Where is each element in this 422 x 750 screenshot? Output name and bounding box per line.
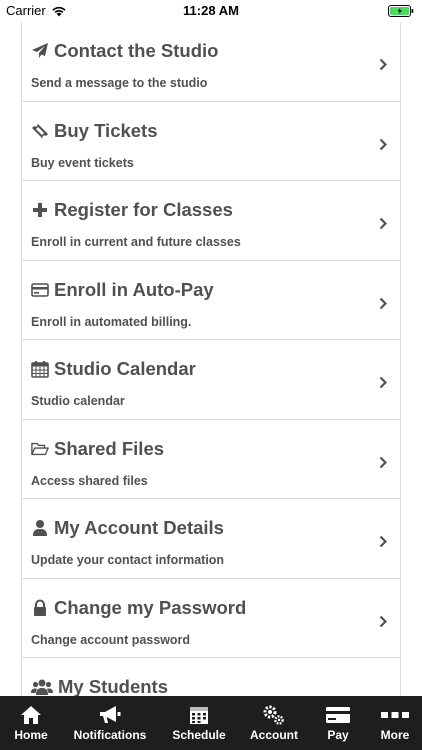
menu-item-title: Studio Calendar (54, 358, 196, 379)
menu-item-description: Studio calendar (31, 394, 125, 408)
chevron-right-icon (379, 297, 387, 309)
menu-item-title: Enroll in Auto-Pay (54, 278, 214, 300)
users-icon (31, 678, 53, 696)
chevron-right-icon (379, 456, 387, 468)
menu-item-studio-calendar[interactable]: Studio Calendar Studio calendar (22, 340, 400, 420)
menu-item-title: My Students (58, 676, 168, 696)
menu-item-title: Register for Classes (54, 199, 233, 220)
menu-item-description: Buy event tickets (31, 155, 134, 170)
menu-item-title: Contact the Studio (54, 40, 219, 61)
ticket-icon (31, 122, 49, 140)
menu-item-description: Access shared files (31, 473, 148, 488)
menu-item-buy-tickets[interactable]: Buy Tickets Buy event tickets (22, 101, 400, 181)
calendar-icon (31, 360, 49, 378)
chevron-right-icon (379, 138, 387, 150)
megaphone-icon (98, 704, 122, 726)
menu-item-description: Enroll in automated billing. (31, 314, 192, 329)
menu-item-description: Enroll in current and future classes (31, 235, 241, 249)
chevron-right-icon (379, 58, 387, 71)
menu-item-title: My Account Details (54, 517, 224, 538)
paper-plane-icon (31, 42, 49, 60)
tab-account[interactable]: Account (240, 696, 308, 750)
menu-item-auto-pay[interactable]: Enroll in Auto-Pay Enroll in automated b… (22, 260, 400, 340)
tab-bar: Home Notifications Schedule Account Pay … (0, 696, 422, 750)
tab-pay[interactable]: Pay (308, 696, 368, 750)
credit-card-icon (325, 704, 351, 726)
tab-notifications[interactable]: Notifications (62, 696, 158, 750)
menu-item-description: Change account password (31, 632, 191, 647)
tab-label: More (380, 728, 410, 742)
menu-list: Contact the Studio Send a message to the… (21, 22, 401, 696)
chevron-right-icon (379, 615, 387, 627)
user-icon (31, 519, 49, 537)
menu-item-shared-files[interactable]: Shared Files Access shared files (22, 419, 400, 499)
lock-icon (31, 599, 49, 617)
menu-item-my-students[interactable]: My Students (22, 658, 400, 696)
tab-home[interactable]: Home (0, 696, 62, 750)
more-icon (381, 704, 409, 726)
menu-item-title: Change my Password (54, 596, 247, 618)
tab-more[interactable]: More (368, 696, 422, 750)
home-icon (20, 704, 42, 726)
menu-item-contact-studio[interactable]: Contact the Studio Send a message to the… (22, 22, 400, 102)
menu-item-description: Send a message to the studio (31, 76, 208, 90)
credit-card-icon (31, 281, 49, 299)
tab-label: Pay (327, 728, 349, 742)
tab-schedule[interactable]: Schedule (158, 696, 240, 750)
clock: 11:28 AM (183, 3, 239, 18)
status-bar: Carrier 11:28 AM (0, 0, 422, 22)
tab-label: Account (250, 728, 298, 742)
tab-label: Home (14, 728, 48, 742)
calendar-grid-icon (189, 704, 209, 726)
gears-icon (262, 704, 286, 726)
chevron-right-icon (379, 376, 387, 389)
menu-item-title: Shared Files (54, 437, 165, 459)
menu-item-change-password[interactable]: Change my Password Change account passwo… (22, 578, 400, 658)
battery-icon (388, 4, 414, 22)
chevron-right-icon (379, 535, 387, 548)
tab-label: Schedule (172, 728, 226, 742)
menu-item-description: Update your contact information (31, 553, 225, 567)
menu-item-register-classes[interactable]: Register for Classes Enroll in current a… (22, 181, 400, 261)
plus-icon (31, 201, 49, 219)
chevron-right-icon (379, 217, 387, 230)
menu-item-account-details[interactable]: My Account Details Update your contact i… (22, 499, 400, 579)
menu-item-title: Buy Tickets (54, 119, 158, 141)
tab-label: Notifications (73, 728, 147, 742)
folder-open-icon (31, 440, 49, 458)
